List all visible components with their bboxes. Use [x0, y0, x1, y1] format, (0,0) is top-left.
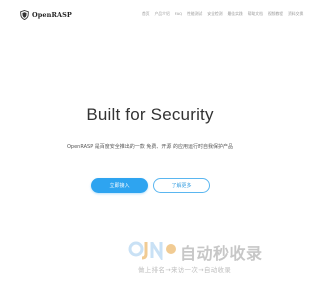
- nav-item-home[interactable]: 首页: [142, 11, 150, 17]
- hero-title: Built for Security: [86, 105, 214, 124]
- watermark-title: 自动秒收录: [180, 244, 263, 263]
- main-nav: 首页 产品介绍 FAQ 性能测试 安全检测 最佳实践 帮助文档 视频教程 资料交…: [142, 11, 303, 17]
- nav-item-videos[interactable]: 视频教程: [268, 11, 283, 17]
- watermark-slogan: 做上排名→来访一次→自动收录: [138, 266, 232, 274]
- nav-item-product[interactable]: 产品介绍: [155, 11, 170, 17]
- watermark: 自动秒收录 做上排名→来访一次→自动收录: [128, 238, 278, 278]
- top-navbar: OpenRASP 首页 产品介绍 FAQ 性能测试 安全检测 最佳实践 帮助文档…: [0, 0, 303, 28]
- nav-item-exchange[interactable]: 资料交换: [288, 11, 303, 17]
- brand-name: OpenRASP: [32, 11, 72, 19]
- learn-more-button[interactable]: 了解更多: [153, 178, 210, 193]
- brand-logo[interactable]: OpenRASP: [20, 9, 72, 21]
- hero-subtitle: OpenRASP 是百度安全推出的一款 免费、开源 的应用运行时自我保护产品: [66, 144, 233, 150]
- nav-item-security[interactable]: 安全检测: [207, 11, 222, 17]
- nav-item-docs[interactable]: 帮助文档: [248, 11, 263, 17]
- nav-item-performance[interactable]: 性能测试: [187, 11, 202, 17]
- watermark-logo-icon: [128, 241, 176, 260]
- shield-icon: [20, 10, 29, 20]
- nav-item-best-practice[interactable]: 最佳实践: [228, 11, 243, 17]
- get-started-button[interactable]: 立即接入: [91, 178, 148, 193]
- nav-item-faq[interactable]: FAQ: [175, 11, 182, 17]
